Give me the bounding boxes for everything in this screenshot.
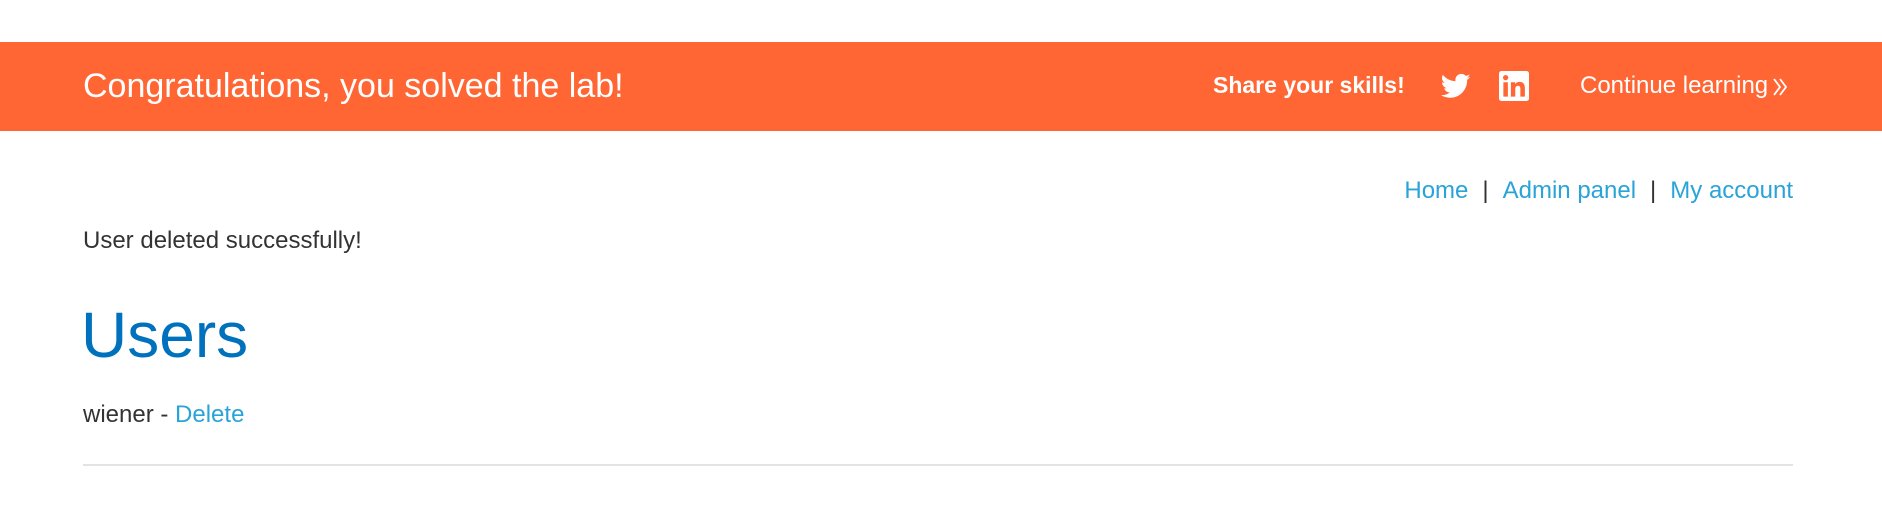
status-message: User deleted successfully! (83, 227, 362, 254)
continue-learning-label: Continue learning (1580, 72, 1769, 99)
top-navigation: Home | Admin panel | My account (1404, 176, 1793, 206)
share-label: Share your skills! (1213, 72, 1405, 98)
nav-separator: | (1482, 177, 1489, 204)
nav-separator: | (1650, 177, 1657, 204)
nav-my-account-link[interactable]: My account (1670, 177, 1793, 204)
twitter-icon[interactable] (1440, 71, 1471, 101)
page-title: Users (81, 299, 249, 371)
linkedin-icon[interactable] (1499, 71, 1529, 101)
banner-title: Congratulations, you solved the lab! (83, 67, 624, 105)
nav-admin-panel-link[interactable]: Admin panel (1503, 177, 1636, 204)
nav-home-link[interactable]: Home (1404, 177, 1468, 204)
continue-learning-link[interactable]: Continue learning (1580, 72, 1788, 100)
lab-solved-banner: Congratulations, you solved the lab! Sha… (0, 42, 1882, 131)
delete-user-link[interactable]: Delete (175, 401, 244, 428)
user-list-item: wiener - Delete (83, 400, 244, 430)
username: wiener (83, 401, 154, 428)
chevron-double-right-icon (1773, 78, 1788, 96)
divider (83, 464, 1793, 466)
user-separator: - (160, 401, 169, 428)
